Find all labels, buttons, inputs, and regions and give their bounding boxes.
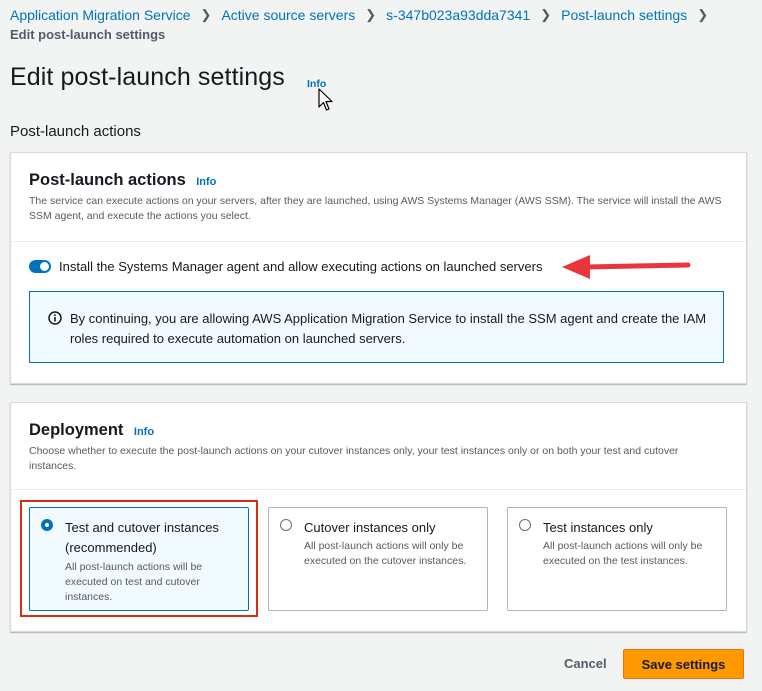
radio-description: All post-launch actions will only be exe… [543, 540, 703, 567]
info-alert: By continuing, you are allowing AWS Appl… [29, 291, 724, 363]
radio-description: All post-launch actions will only be exe… [304, 540, 467, 567]
panel-title-deployment: Deployment [29, 421, 124, 439]
breadcrumb-current: Edit post-launch settings [10, 27, 166, 42]
page-title: Edit post-launch settings [10, 63, 285, 91]
radio-card-test-only[interactable]: Test instances only All post-launch acti… [507, 507, 727, 611]
ssm-agent-toggle[interactable] [29, 260, 51, 273]
red-highlight-annotation [20, 500, 258, 617]
info-circle-icon [48, 311, 62, 330]
radio-button[interactable] [280, 519, 292, 531]
toggle-knob [40, 262, 49, 271]
alert-text: By continuing, you are allowing AWS Appl… [70, 311, 707, 346]
divider [11, 489, 746, 490]
panel-description: The service can execute actions on your … [29, 195, 722, 222]
chevron-right-icon: ❯ [697, 7, 709, 22]
radio-card-cutover-only[interactable]: Cutover instances only All post-launch a… [268, 507, 488, 611]
ssm-agent-toggle-row: Install the Systems Manager agent and al… [29, 259, 542, 274]
deployment-info-link[interactable]: Info [134, 426, 154, 438]
post-launch-info-link[interactable]: Info [196, 176, 216, 188]
breadcrumb-link-application-migration-service[interactable]: Application Migration Service [10, 6, 191, 24]
cancel-button[interactable]: Cancel [556, 650, 615, 677]
breadcrumb-link-post-launch-settings[interactable]: Post-launch settings [561, 6, 687, 24]
radio-button[interactable] [519, 519, 531, 531]
breadcrumb: Application Migration Service ❯ Active s… [10, 6, 718, 44]
panel-title-post-launch-actions: Post-launch actions [29, 171, 186, 189]
breadcrumb-link-active-source-servers[interactable]: Active source servers [221, 6, 355, 24]
panel-description: Choose whether to execute the post-launc… [29, 445, 679, 472]
section-heading: Post-launch actions [10, 123, 141, 140]
cursor-icon [318, 88, 334, 117]
red-arrow-annotation [558, 254, 694, 285]
breadcrumb-link-source-server[interactable]: s-347b023a93dda7341 [386, 6, 530, 24]
chevron-right-icon: ❯ [200, 7, 212, 22]
divider [11, 241, 746, 242]
radio-label: Cutover instances only [304, 520, 436, 535]
save-settings-button[interactable]: Save settings [623, 649, 744, 679]
chevron-right-icon: ❯ [365, 7, 377, 22]
radio-label: Test instances only [543, 520, 653, 535]
chevron-right-icon: ❯ [540, 7, 552, 22]
ssm-agent-toggle-label[interactable]: Install the Systems Manager agent and al… [59, 259, 542, 274]
